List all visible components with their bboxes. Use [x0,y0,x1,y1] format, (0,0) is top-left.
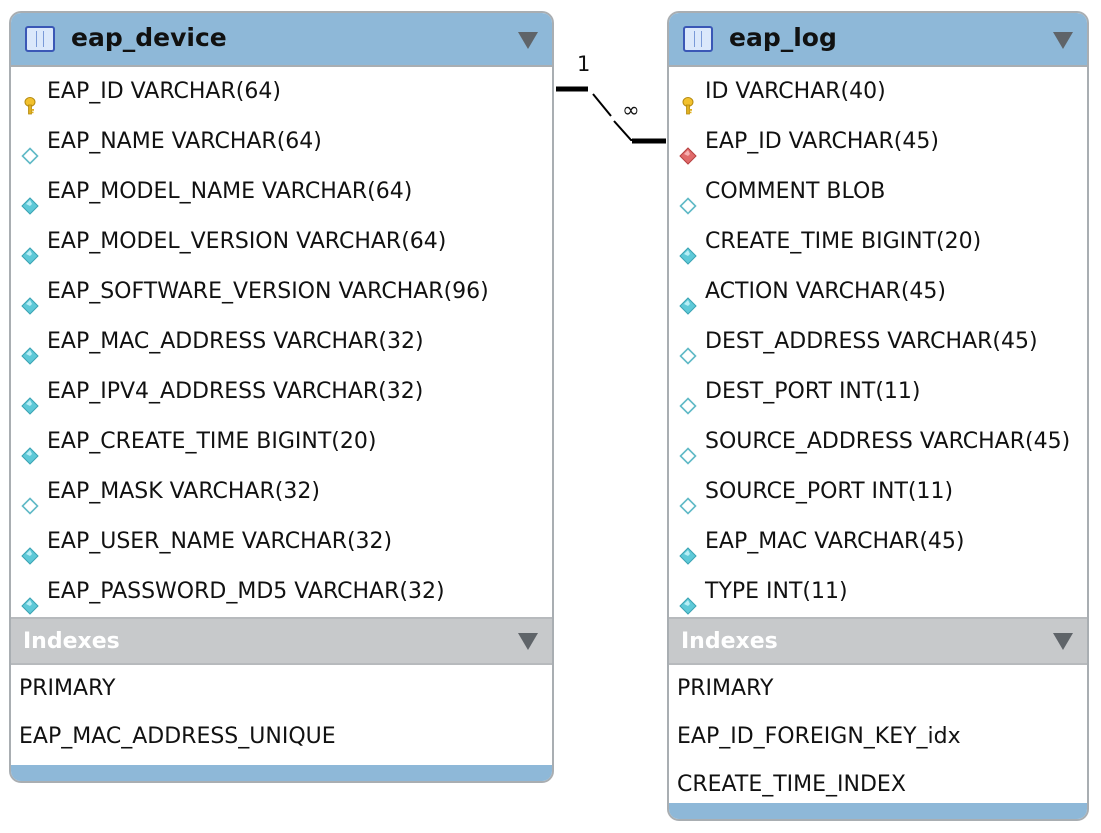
table-footer [669,803,1087,819]
column-label: SOURCE_ADDRESS VARCHAR(45) [705,429,1071,454]
index-row[interactable]: PRIMARY [11,665,552,713]
table-title: eap_device [71,23,227,52]
nullable-column-icon [679,384,697,415]
primary-key-icon [679,84,697,115]
column-label: DEST_PORT INT(11) [705,379,921,404]
table-icon [25,26,55,52]
column-row[interactable]: DEST_ADDRESS VARCHAR(45) [669,317,1087,367]
column-label: CREATE_TIME BIGINT(20) [705,229,982,254]
cardinality-many-label: ∞ [622,98,640,122]
column-label: DEST_ADDRESS VARCHAR(45) [705,329,1038,354]
nullable-column-icon [679,334,697,365]
nullable-column-icon [21,134,39,165]
column-label: TYPE INT(11) [705,579,848,604]
column-label: EAP_ID VARCHAR(64) [47,79,281,104]
relationship-line [556,88,666,141]
column-row[interactable]: EAP_IPV4_ADDRESS VARCHAR(32) [11,367,552,417]
table-eap-log[interactable]: eap_log ID VARCHAR(40) EAP_ID VARCHAR(45)… [667,11,1089,821]
column-label: EAP_MODEL_VERSION VARCHAR(64) [47,229,447,254]
foreign-key-icon [679,134,697,165]
column-row[interactable]: ACTION VARCHAR(45) [669,267,1087,317]
not-null-column-icon [21,284,39,315]
column-row[interactable]: EAP_CREATE_TIME BIGINT(20) [11,417,552,467]
column-label: EAP_PASSWORD_MD5 VARCHAR(32) [47,579,445,604]
column-row[interactable]: DEST_PORT INT(11) [669,367,1087,417]
index-row[interactable]: PRIMARY [669,665,1087,713]
column-label: EAP_MASK VARCHAR(32) [47,479,320,504]
column-row[interactable]: EAP_MASK VARCHAR(32) [11,467,552,517]
not-null-column-icon [21,534,39,565]
collapse-arrow-icon[interactable] [518,32,538,49]
not-null-column-icon [21,334,39,365]
column-label: EAP_CREATE_TIME BIGINT(20) [47,429,377,454]
index-row[interactable]: CREATE_TIME_INDEX [669,761,1087,809]
column-row[interactable]: CREATE_TIME BIGINT(20) [669,217,1087,267]
column-row[interactable]: EAP_NAME VARCHAR(64) [11,117,552,167]
column-row[interactable]: EAP_PASSWORD_MD5 VARCHAR(32) [11,567,552,617]
column-row[interactable]: ID VARCHAR(40) [669,67,1087,117]
collapse-arrow-icon[interactable] [1053,633,1073,650]
table-icon [683,26,713,52]
table-header[interactable]: eap_device [11,13,552,67]
column-list: ID VARCHAR(40) EAP_ID VARCHAR(45) COMMENT … [669,67,1087,617]
column-label: EAP_USER_NAME VARCHAR(32) [47,529,393,554]
indexes-header[interactable]: Indexes [669,617,1087,665]
index-row[interactable]: EAP_MAC_ADDRESS_UNIQUE [11,713,552,761]
column-row[interactable]: EAP_ID VARCHAR(64) [11,67,552,117]
column-label: EAP_SOFTWARE_VERSION VARCHAR(96) [47,279,489,304]
nullable-column-icon [679,184,697,215]
not-null-column-icon [679,584,697,615]
index-list: PRIMARY EAP_ID_FOREIGN_KEY_idx CREATE_TIME… [669,665,1087,809]
collapse-arrow-icon[interactable] [518,633,538,650]
not-null-column-icon [21,184,39,215]
column-label: EAP_NAME VARCHAR(64) [47,129,322,154]
column-label: EAP_MAC VARCHAR(45) [705,529,965,554]
column-row[interactable]: COMMENT BLOB [669,167,1087,217]
not-null-column-icon [679,284,697,315]
column-row[interactable]: EAP_MAC_ADDRESS VARCHAR(32) [11,317,552,367]
not-null-column-icon [21,584,39,615]
not-null-column-icon [679,234,697,265]
column-row[interactable]: EAP_USER_NAME VARCHAR(32) [11,517,552,567]
column-row[interactable]: EAP_MAC VARCHAR(45) [669,517,1087,567]
not-null-column-icon [679,534,697,565]
index-list: PRIMARY EAP_MAC_ADDRESS_UNIQUE [11,665,552,761]
index-row[interactable]: EAP_ID_FOREIGN_KEY_idx [669,713,1087,761]
column-label: EAP_MAC_ADDRESS VARCHAR(32) [47,329,424,354]
column-label: EAP_MODEL_NAME VARCHAR(64) [47,179,413,204]
table-eap-device[interactable]: eap_device EAP_ID VARCHAR(64) EAP_NAME VA… [9,11,554,783]
indexes-title: Indexes [23,629,120,654]
nullable-column-icon [21,484,39,515]
nullable-column-icon [679,434,697,465]
column-label: ACTION VARCHAR(45) [705,279,947,304]
column-row[interactable]: SOURCE_PORT INT(11) [669,467,1087,517]
column-label: EAP_IPV4_ADDRESS VARCHAR(32) [47,379,424,404]
column-label: SOURCE_PORT INT(11) [705,479,954,504]
table-header[interactable]: eap_log [669,13,1087,67]
not-null-column-icon [21,434,39,465]
column-row[interactable]: TYPE INT(11) [669,567,1087,617]
column-label: ID VARCHAR(40) [705,79,886,104]
indexes-title: Indexes [681,629,778,654]
not-null-column-icon [21,234,39,265]
column-label: COMMENT BLOB [705,179,886,204]
column-list: EAP_ID VARCHAR(64) EAP_NAME VARCHAR(64) EA… [11,67,552,617]
column-row[interactable]: EAP_MODEL_NAME VARCHAR(64) [11,167,552,217]
table-footer [11,765,552,781]
cardinality-one-label: 1 [577,52,590,76]
table-title: eap_log [729,23,837,52]
column-row[interactable]: EAP_MODEL_VERSION VARCHAR(64) [11,217,552,267]
column-row[interactable]: EAP_SOFTWARE_VERSION VARCHAR(96) [11,267,552,317]
column-row[interactable]: EAP_ID VARCHAR(45) [669,117,1087,167]
column-label: EAP_ID VARCHAR(45) [705,129,939,154]
collapse-arrow-icon[interactable] [1053,32,1073,49]
primary-key-icon [21,84,39,115]
not-null-column-icon [21,384,39,415]
column-row[interactable]: SOURCE_ADDRESS VARCHAR(45) [669,417,1087,467]
nullable-column-icon [679,484,697,515]
indexes-header[interactable]: Indexes [11,617,552,665]
